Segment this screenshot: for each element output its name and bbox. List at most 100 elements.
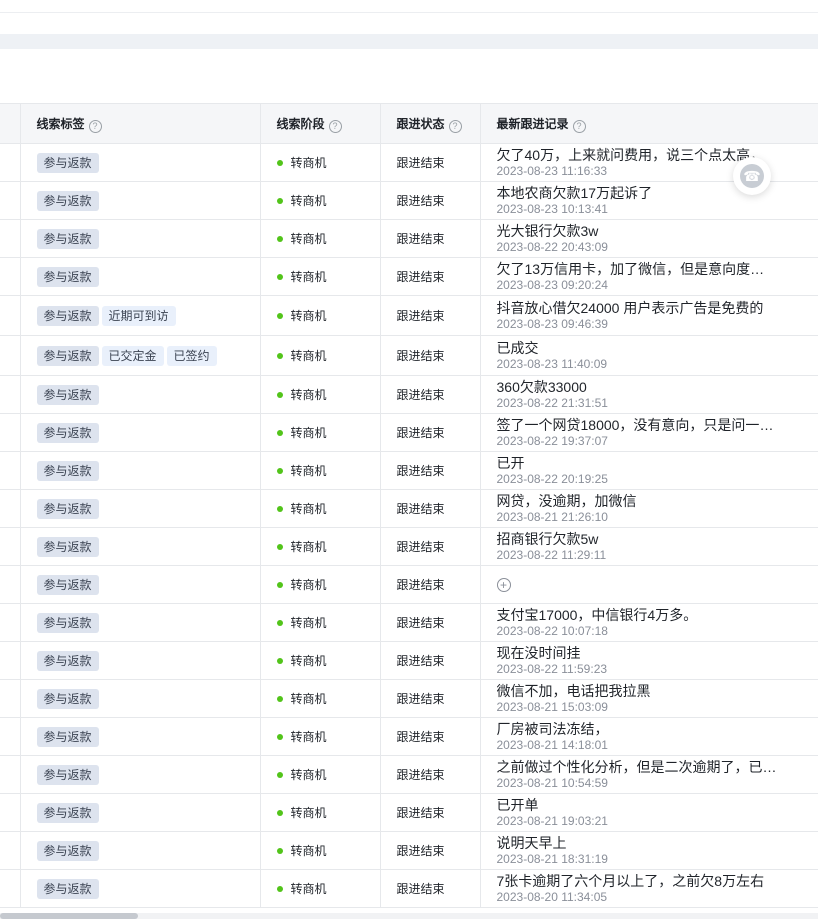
record-cell[interactable]: 说明天早上 2023-08-21 18:31:19 [480,831,818,870]
status-dot [276,506,283,512]
tags-cell: 参与返款 [20,451,261,490]
call-button[interactable]: ☎ [733,157,771,195]
table-row[interactable]: 参与返款 转商机 跟进结束 已开 2023-08-22 20:19:25 [0,451,818,490]
record-cell[interactable]: 已开 2023-08-22 20:19:25 [480,451,818,490]
tags-cell: 参与返款 已交定金 已签约 [20,335,261,376]
header-stage[interactable]: 线索阶段? [260,103,381,144]
table-row[interactable]: 参与返款 转商机 跟进结束 厂房被司法冻结， 2023-08-21 14:18:01 [0,717,818,756]
record-cell[interactable]: 已开单 2023-08-21 19:03:21 [480,793,818,832]
table-row[interactable]: 参与返款 转商机 跟进结束 光大银行欠款3w 2023-08-22 20:43:09 [0,219,818,258]
question-circle-icon[interactable]: ? [88,119,102,133]
record-text: 已开单 [496,796,539,813]
stage-cell: 转商机 [260,219,381,258]
record-text: 已开 [496,454,525,471]
table-body: 参与返款 转商机 跟进结束 欠了40万，上来就问费用，说三个点太高， 2023-08-2… [0,143,818,908]
status-dot [276,848,283,854]
table-row[interactable]: 参与返款 转商机 跟进结束 招商银行欠款5w 2023-08-22 11:29:11 [0,527,818,566]
stage-label: 转商机 [290,464,327,478]
record-cell[interactable]: 网贷，没逾期，加微信 2023-08-21 21:26:10 [480,489,818,528]
record-text: 抖音放心借欠24000 用户表示广告是免费的 [496,299,764,316]
row-cell-partial [0,257,21,296]
record-cell[interactable]: 支付宝17000，中信银行4万多。 2023-08-22 10:07:18 [480,603,818,642]
plus-circle-icon[interactable]: + [496,577,511,592]
table-row[interactable]: 参与返款 近期可到访 转商机 跟进结束 抖音放心借欠24000 用户表示广告是免费的 20… [0,295,818,336]
status-label: 跟进结束 [396,578,445,592]
status-cell: 跟进结束 [380,603,481,642]
record-cell[interactable]: 欠了13万信用卡，加了微信，但是意向度不高 2023-08-23 09:20:24 [480,257,818,296]
record-cell[interactable]: 微信不加，电话把我拉黑 2023-08-21 15:03:09 [480,679,818,718]
record-cell[interactable]: 之前做过个性化分析，但是二次逾期了，已经起诉 2023-08-21 10:54:5… [480,755,818,794]
leads-table-grid: 线索标签? 线索阶段? 跟进状态? 最新跟进记录? 参与返款 转商机 跟进结束 欠了4… [0,103,818,908]
table-row[interactable]: 参与返款 转商机 跟进结束 欠了40万，上来就问费用，说三个点太高， 2023-08-2… [0,143,818,182]
table-row[interactable]: 参与返款 转商机 跟进结束 + [0,565,818,604]
record-timestamp: 2023-08-22 10:07:18 [496,623,608,638]
tags-cell: 参与返款 [20,219,261,258]
record-timestamp: 2023-08-21 19:03:21 [496,813,608,828]
record-cell[interactable]: + [480,565,818,604]
status-label: 跟进结束 [396,156,445,170]
record-timestamp: 2023-08-22 21:31:51 [496,395,608,410]
record-text: 已成交 [496,339,539,356]
stage-label: 转商机 [290,502,327,516]
record-cell[interactable]: 7张卡逾期了六个月以上了，之前欠8万左右 2023-08-20 11:34:05 [480,869,818,908]
table-row[interactable]: 参与返款 转商机 跟进结束 网贷，没逾期，加微信 2023-08-21 21:26:10 [0,489,818,528]
row-cell-partial [0,831,21,870]
scrollbar-thumb[interactable] [0,913,138,919]
table-row[interactable]: 参与返款 转商机 跟进结束 说明天早上 2023-08-21 18:31:19 [0,831,818,870]
status-cell: 跟进结束 [380,641,481,680]
header-record[interactable]: 最新跟进记录? [480,103,818,144]
tags-cell: 参与返款 [20,143,261,182]
stage-label: 转商机 [290,654,327,668]
record-text: 360欠款33000 [496,378,587,395]
header-status[interactable]: 跟进状态? [380,103,481,144]
lead-tag: 参与返款 [36,688,99,709]
record-timestamp: 2023-08-23 09:46:39 [496,316,608,331]
lead-tag: 参与返款 [36,650,99,671]
status-dot [276,160,283,166]
stage-label: 转商机 [290,349,327,363]
header-tags[interactable]: 线索标签? [20,103,261,144]
stage-cell: 转商机 [260,755,381,794]
header-status-label: 跟进状态 [396,116,445,131]
record-cell[interactable]: 360欠款33000 2023-08-22 21:31:51 [480,375,818,414]
lead-tag: 参与返款 [36,726,99,747]
row-cell-partial [0,603,21,642]
status-dot [276,620,283,626]
lead-tag: 参与返款 [36,802,99,823]
status-cell: 跟进结束 [380,717,481,756]
table-row[interactable]: 参与返款 转商机 跟进结束 欠了13万信用卡，加了微信，但是意向度不高 2023-08-… [0,257,818,296]
stage-cell: 转商机 [260,335,381,376]
record-cell[interactable]: 厂房被司法冻结， 2023-08-21 14:18:01 [480,717,818,756]
record-cell[interactable]: 抖音放心借欠24000 用户表示广告是免费的 2023-08-23 09:46:3… [480,295,818,336]
table-row[interactable]: 参与返款 已交定金 已签约 转商机 跟进结束 已成交 2023-08-23 11:40:09 [0,335,818,376]
table-row[interactable]: 参与返款 转商机 跟进结束 360欠款33000 2023-08-22 21:31:51 [0,375,818,414]
record-cell[interactable]: 招商银行欠款5w 2023-08-22 11:29:11 [480,527,818,566]
table-row[interactable]: 参与返款 转商机 跟进结束 微信不加，电话把我拉黑 2023-08-21 15:03:0… [0,679,818,718]
record-text: 现在没时间挂 [496,644,581,661]
record-cell[interactable]: 签了一个网贷18000，没有意向，只是问一下费用 2023-08-22 19:37… [480,413,818,452]
table-row[interactable]: 参与返款 转商机 跟进结束 7张卡逾期了六个月以上了，之前欠8万左右 2023-08-2… [0,869,818,908]
status-cell: 跟进结束 [380,219,481,258]
status-label: 跟进结束 [396,654,445,668]
question-circle-icon[interactable]: ? [448,119,462,133]
table-row[interactable]: 参与返款 转商机 跟进结束 已开单 2023-08-21 19:03:21 [0,793,818,832]
question-circle-icon[interactable]: ? [328,119,342,133]
question-circle-icon[interactable]: ? [572,119,586,133]
table-row[interactable]: 参与返款 转商机 跟进结束 本地农商欠款17万起诉了 2023-08-23 10:13:… [0,181,818,220]
record-cell[interactable]: 已成交 2023-08-23 11:40:09 [480,335,818,376]
status-cell: 跟进结束 [380,831,481,870]
horizontal-scrollbar[interactable] [0,913,818,919]
record-cell[interactable]: 现在没时间挂 2023-08-22 11:59:23 [480,641,818,680]
status-cell: 跟进结束 [380,869,481,908]
record-cell[interactable]: 光大银行欠款3w 2023-08-22 20:43:09 [480,219,818,258]
status-label: 跟进结束 [396,349,445,363]
table-row[interactable]: 参与返款 转商机 跟进结束 现在没时间挂 2023-08-22 11:59:23 [0,641,818,680]
lead-tag: 参与返款 [36,228,99,249]
status-dot [276,886,283,892]
status-label: 跟进结束 [396,464,445,478]
table-row[interactable]: 参与返款 转商机 跟进结束 之前做过个性化分析，但是二次逾期了，已经起诉 2023-08… [0,755,818,794]
table-row[interactable]: 参与返款 转商机 跟进结束 签了一个网贷18000，没有意向，只是问一下费用 2023-… [0,413,818,452]
row-cell-partial [0,869,21,908]
stage-cell: 转商机 [260,869,381,908]
table-row[interactable]: 参与返款 转商机 跟进结束 支付宝17000，中信银行4万多。 2023-08-22 1… [0,603,818,642]
